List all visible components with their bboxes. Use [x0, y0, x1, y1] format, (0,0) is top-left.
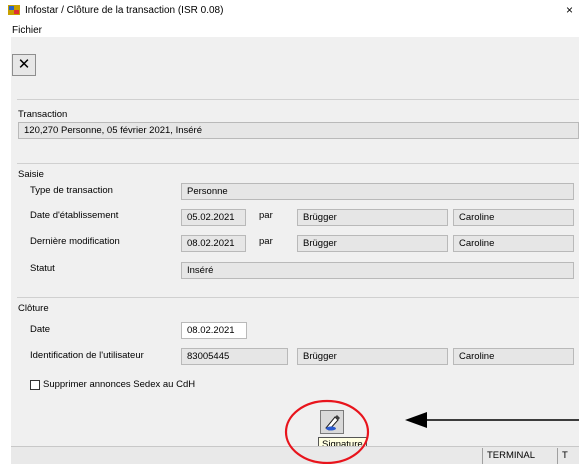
- modification-label: Dernière modification: [30, 236, 120, 247]
- type-label: Type de transaction: [30, 185, 113, 196]
- divider: [17, 297, 579, 298]
- divider: [17, 163, 579, 164]
- menu-fichier[interactable]: Fichier: [12, 25, 42, 36]
- menu-bar: [0, 22, 579, 38]
- creation-date-field: 05.02.2021: [181, 209, 246, 226]
- transaction-section-label: Transaction: [18, 109, 68, 120]
- close-icon[interactable]: ✕: [12, 54, 36, 76]
- status-terminal: TERMINAL: [482, 448, 554, 464]
- modification-par-label: par: [259, 236, 273, 247]
- sedex-label: Supprimer annonces Sedex au CdH: [43, 379, 196, 390]
- window-close-button[interactable]: ×: [566, 3, 573, 17]
- cloture-date-input[interactable]: 08.02.2021: [181, 322, 247, 339]
- highlight-ellipse: [284, 399, 370, 464]
- modification-first-name-field: Caroline: [453, 235, 574, 252]
- cloture-date-label: Date: [30, 324, 51, 335]
- annotation-arrow: [405, 412, 579, 428]
- creation-last-name-field: Brügger: [297, 209, 448, 226]
- creation-label: Date d'établissement: [30, 210, 119, 221]
- highlight-circle: [284, 399, 370, 464]
- sedex-checkbox[interactable]: [30, 380, 40, 390]
- arrow-head: [405, 412, 427, 428]
- saisie-section-label: Saisie: [18, 169, 44, 180]
- status-t: T: [557, 448, 579, 464]
- statut-field: Inséré: [181, 262, 574, 279]
- user-last-name-field: Brügger: [297, 348, 448, 365]
- creation-first-name-field: Caroline: [453, 209, 574, 226]
- cloture-section-label: Clôture: [18, 303, 49, 314]
- type-field: Personne: [181, 183, 574, 200]
- modification-date-field: 08.02.2021: [181, 235, 246, 252]
- window-title: Infostar / Clôture de la transaction (IS…: [25, 5, 224, 16]
- user-id-field: 83005445: [181, 348, 288, 365]
- transaction-summary-field: 120,270 Personne, 05 février 2021, Insér…: [18, 122, 579, 139]
- app-icon: [8, 5, 20, 15]
- user-id-label: Identification de l'utilisateur: [30, 350, 144, 361]
- creation-par-label: par: [259, 210, 273, 221]
- statut-label: Statut: [30, 263, 55, 274]
- modification-last-name-field: Brügger: [297, 235, 448, 252]
- user-first-name-field: Caroline: [453, 348, 574, 365]
- divider: [17, 99, 579, 100]
